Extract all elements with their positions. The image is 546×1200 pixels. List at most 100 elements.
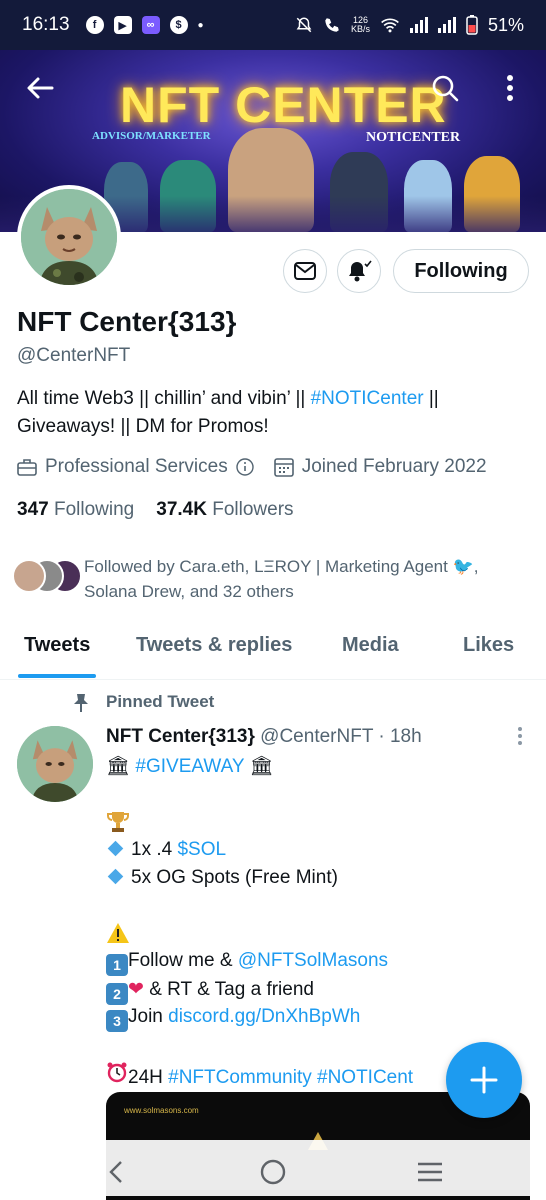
tweet-author-meta: @CenterNFT · 18h [260, 726, 422, 747]
battery-icon [466, 15, 478, 35]
signal-icon [409, 17, 428, 33]
envelope-icon [294, 262, 316, 280]
notification-icons: f ▶ ∞ $ ● [85, 16, 204, 34]
bio-text-1: All time Web3 || chillin’ and vibin’ || [17, 388, 311, 409]
nav-recents-button[interactable] [410, 1152, 450, 1192]
dollar-app-icon: $ [169, 16, 188, 34]
system-icons: 126 KB/s 51% [295, 15, 524, 36]
following-button[interactable]: Following [393, 249, 529, 293]
calendar-icon [273, 458, 294, 477]
blue-diamond-icon [107, 869, 124, 885]
home-circle-icon [260, 1159, 286, 1185]
banner-caption-left: ADVISOR/MARKETER [92, 130, 211, 142]
bank-emoji-icon: 🏛 [106, 756, 131, 777]
tweet-author-name[interactable]: NFT Center{313} [106, 726, 255, 747]
media-bottom-edge [106, 1196, 530, 1200]
profile-handle: @CenterNFT [17, 345, 131, 366]
sol-cashtag[interactable]: $SOL [177, 839, 226, 860]
info-icon[interactable] [236, 458, 254, 476]
facebook-icon: f [85, 16, 104, 34]
mute-bell-icon [296, 17, 312, 33]
media-url-text: www.solmasons.com [124, 1106, 199, 1115]
profile-joined: Joined February 2022 [301, 456, 487, 477]
follower-avatar-1 [12, 559, 46, 593]
keycap-three-icon: 3 [106, 1010, 128, 1032]
wifi-icon [381, 18, 399, 33]
cat-avatar-image-small [17, 726, 93, 802]
tweet-line-step1: 1 Follow me & @NFTSolMasons [106, 950, 388, 976]
tweet-more-button[interactable] [510, 726, 530, 746]
cat-avatar-image [21, 189, 117, 285]
battery-percent: 51% [487, 14, 524, 35]
signal-icon-2 [437, 17, 456, 33]
banner-title: NFT CENTER [120, 77, 447, 133]
search-button[interactable] [423, 66, 467, 110]
more-vertical-icon [507, 75, 513, 101]
tab-tweets-replies[interactable]: Tweets & replies [136, 634, 292, 657]
tweet-author-avatar[interactable] [17, 726, 93, 802]
trophy-icon [107, 812, 129, 832]
message-button[interactable] [283, 249, 327, 293]
giveaway-hashtag[interactable]: #GIVEAWAY [135, 756, 244, 777]
tweet-line-step3: 3 Join discord.gg/DnXhBpWh [106, 1006, 360, 1032]
tab-tweets[interactable]: Tweets [24, 634, 90, 657]
follow-counts: 347 Following 37.4K Followers [17, 499, 294, 521]
bank-emoji-icon-2: 🏛 [249, 756, 274, 777]
profile-category: Professional Services [45, 456, 228, 477]
tweet-line-timer: 24H #NFTCommunity #NOTICent [106, 1061, 413, 1089]
nav-back-button[interactable] [96, 1152, 136, 1192]
bell-icon [349, 260, 372, 282]
alarm-clock-icon [107, 1062, 127, 1083]
profile-tabs: Tweets Tweets & replies Media Likes [0, 622, 546, 680]
blue-diamond-icon [107, 841, 124, 857]
profile-meta: Professional Services Joined February 20… [17, 456, 487, 478]
back-arrow-icon [27, 77, 54, 99]
profile-name: NFT Center{313} [17, 306, 237, 337]
tweet-header: NFT Center{313} @CenterNFT · 18h [106, 726, 422, 748]
profile-avatar[interactable] [17, 185, 121, 289]
tweet-line-step2: 2 ❤ & RT & Tag a friend [106, 978, 314, 1005]
mention-link[interactable]: @NFTSolMasons [238, 950, 388, 971]
tweet-line-spots: 5x OG Spots (Free Mint) [106, 867, 338, 889]
status-time: 16:13 [22, 14, 70, 35]
tab-likes[interactable]: Likes [463, 634, 514, 657]
followed-by-text[interactable]: Followed by Cara.eth, LΞROY | Marketing … [84, 554, 524, 604]
briefcase-icon [17, 459, 37, 476]
youtube-icon: ▶ [113, 16, 132, 34]
following-count-link[interactable]: 347 Following [17, 499, 134, 521]
tweet-line-warning [106, 922, 130, 950]
discord-link[interactable]: discord.gg/DnXhBpWh [168, 1006, 360, 1027]
back-button[interactable] [18, 66, 62, 110]
tweet-line-trophy [106, 810, 130, 840]
dot-icon: ● [197, 19, 204, 31]
compose-tweet-button[interactable] [446, 1042, 522, 1118]
system-navigation-bar [0, 1140, 546, 1200]
timer-hashtags[interactable]: #NFTCommunity #NOTICent [168, 1067, 413, 1088]
search-icon [432, 75, 459, 102]
tab-media[interactable]: Media [342, 634, 399, 657]
meta-app-icon: ∞ [141, 16, 160, 34]
tweet-line-giveaway: 🏛 #GIVEAWAY 🏛 [106, 754, 274, 778]
nav-home-button[interactable] [253, 1152, 293, 1192]
menu-lines-icon [418, 1162, 442, 1182]
plus-icon [470, 1066, 498, 1094]
pinned-tweet-label: Pinned Tweet [106, 692, 215, 711]
more-options-button[interactable] [488, 66, 532, 110]
status-bar: 16:13 f ▶ ∞ $ ● 126 KB/s 51% [0, 0, 546, 50]
followers-count-link[interactable]: 37.4K Followers [156, 499, 293, 521]
tweet-line-sol: 1x .4 $SOL [106, 839, 226, 861]
more-vertical-icon [518, 727, 522, 745]
active-tab-indicator [18, 674, 96, 678]
warning-icon [107, 923, 129, 943]
net-speed: 126 KB/s [350, 15, 370, 34]
bio-hashtag-link[interactable]: #NOTICenter [311, 388, 424, 409]
notifications-button[interactable] [337, 249, 381, 293]
call-icon [325, 18, 339, 32]
chevron-left-icon [109, 1161, 122, 1183]
pin-icon [74, 694, 88, 712]
keycap-two-icon: 2 [106, 983, 128, 1005]
banner-caption-right: NOTICENTER [366, 130, 461, 145]
heart-icon: ❤ [128, 979, 144, 1000]
profile-bio: All time Web3 || chillin’ and vibin’ || … [17, 385, 527, 441]
keycap-one-icon: 1 [106, 954, 128, 976]
